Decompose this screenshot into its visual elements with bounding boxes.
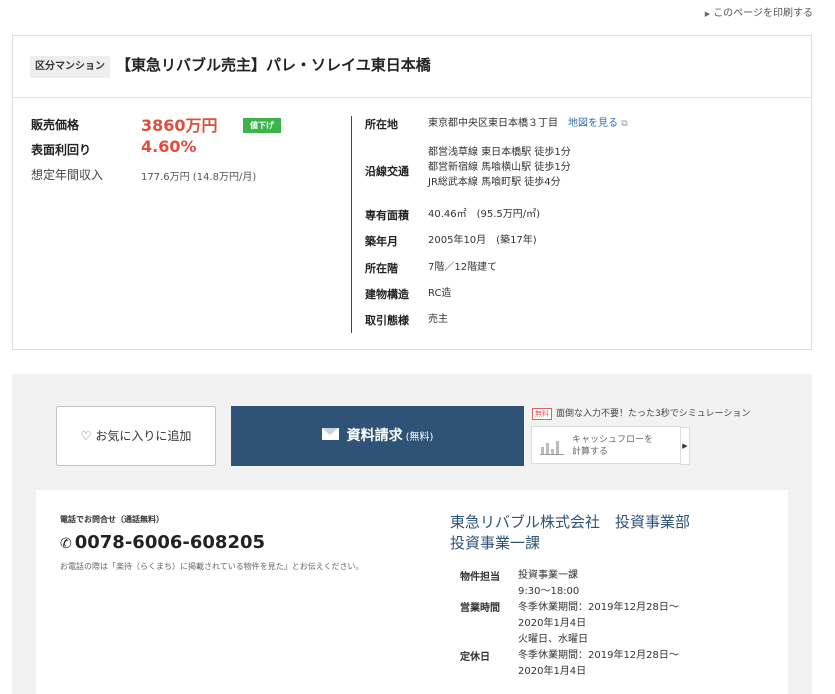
spec-label: 建物構造	[365, 288, 409, 301]
spec-value: 40.46㎡ (95.5万円/㎡)	[428, 209, 541, 220]
price-value: 3860万円	[141, 116, 218, 135]
map-link[interactable]: 地図を見る ⧉	[568, 118, 628, 129]
income-label: 想定年間収入	[31, 168, 104, 182]
phone-icon: ✆	[60, 536, 72, 552]
income-row: 想定年間収入 177.6万円 (14.8万円/月)	[31, 166, 351, 191]
spec-transport: 沿線交通 都営浅草線 東日本橋駅 徒歩1分 都営新宿線 馬喰横山駅 徒歩1分 J…	[365, 147, 805, 207]
tel-note: お電話の際は「楽待（らくまち）に掲載されている物件を見た」とお伝えください。	[60, 562, 364, 571]
spec-built: 築年月 2005年10月 (築17年)	[365, 233, 805, 260]
spec-value: 都営浅草線 東日本橋駅 徒歩1分 都営新宿線 馬喰横山駅 徒歩1分 JR総武本線…	[428, 145, 571, 190]
triangle-right-icon: ▶	[704, 10, 711, 18]
cashflow-label-line2: 計算する	[572, 447, 609, 457]
action-area: ♡ お気に入りに追加 資料請求 (無料) 無料 面倒な入力不要！たった3秒でシミュレー…	[12, 374, 812, 694]
external-link-icon: ⧉	[621, 119, 628, 129]
transport-line: 都営新宿線 馬喰横山駅 徒歩1分	[428, 162, 571, 173]
info-label: 定休日	[460, 652, 490, 663]
property-title: 【東急リバブル売主】パレ・ソレイユ東日本橋	[116, 56, 431, 74]
request-label: 資料請求	[346, 428, 403, 444]
spec-area: 専有面積 40.46㎡ (95.5万円/㎡)	[365, 207, 805, 233]
company-name-line1: 東急リバブル株式会社 投資事業部	[450, 513, 691, 531]
spec-label: 所在地	[365, 118, 398, 131]
tel-number-value: 0078-6006-608205	[74, 532, 266, 553]
spec-label: 築年月	[365, 235, 398, 248]
property-header: 区分マンション 【東急リバブル売主】パレ・ソレイユ東日本橋	[13, 36, 811, 98]
column-divider	[351, 116, 352, 333]
location-value: 東京都中央区東日本橋３丁目	[428, 118, 558, 129]
transport-line: 都営浅草線 東日本橋駅 徒歩1分	[428, 147, 571, 158]
mail-icon	[321, 428, 339, 440]
add-favorite-button[interactable]: ♡ お気に入りに追加	[56, 406, 216, 466]
property-card: 区分マンション 【東急リバブル売主】パレ・ソレイユ東日本橋 販売価格 3860万…	[12, 35, 812, 350]
favorite-label: お気に入りに追加	[95, 429, 192, 443]
spec-value: 東京都中央区東日本橋３丁目 地図を見る ⧉	[428, 116, 628, 132]
hours-line: 2020年1月4日	[518, 618, 587, 629]
spec-value: 売主	[428, 314, 448, 325]
info-value: 火曜日、水曜日 冬季休業期間：2019年12月28日～ 2020年1月4日	[518, 632, 718, 680]
spec-label: 沿線交通	[365, 165, 409, 178]
simulation-promo: 無料 面倒な入力不要！たった3秒でシミュレーション	[532, 406, 750, 420]
company-name-line2: 投資事業一課	[450, 534, 541, 552]
yield-label: 表面利回り	[31, 143, 92, 157]
spec-label: 取引態様	[365, 314, 409, 327]
info-label: 物件担当	[460, 572, 500, 583]
property-type-badge: 区分マンション	[30, 56, 110, 78]
holiday-line: 冬季休業期間：2019年12月28日～	[518, 650, 679, 661]
spec-value: RC造	[428, 288, 452, 299]
price-summary: 販売価格 3860万円 値下げ 表面利回り 4.60% 想定年間収入 177.6…	[31, 116, 351, 191]
spec-deal: 取引態様 売主	[365, 312, 805, 332]
map-link-label: 地図を見る	[568, 118, 618, 129]
holiday-line: 火曜日、水曜日	[518, 634, 588, 645]
cashflow-label-line1: キャッシュフローを	[572, 435, 654, 445]
print-page-link[interactable]: ▶ このページを印刷する	[705, 4, 813, 19]
income-value: 177.6万円 (14.8万円/月)	[141, 172, 257, 183]
hours-line: 冬季休業期間：2019年12月28日～	[518, 602, 679, 613]
yield-value: 4.60%	[141, 137, 197, 156]
cashflow-button[interactable]: キャッシュフローを 計算する ▶	[531, 426, 690, 465]
tel-number[interactable]: ✆ 0078-6006-608205	[60, 532, 265, 553]
transport-line: JR総武本線 馬喰町駅 徒歩4分	[428, 177, 561, 188]
cashflow-label: キャッシュフローを 計算する	[572, 434, 672, 458]
spec-value: 2005年10月 (築17年)	[428, 235, 537, 246]
request-documents-button[interactable]: 資料請求 (無料)	[231, 406, 524, 466]
free-tag: 無料	[532, 408, 552, 420]
contact-box: 電話でお問合せ（通話無料） ✆ 0078-6006-608205 お電話の際は「楽…	[36, 490, 788, 694]
heart-icon: ♡	[80, 429, 92, 443]
info-value: 9:30～18:00 冬季休業期間：2019年12月28日～ 2020年1月4日	[518, 584, 718, 632]
spec-label: 所在階	[365, 262, 398, 275]
print-link-label: このページを印刷する	[713, 8, 813, 19]
yield-row: 表面利回り 4.60%	[31, 137, 351, 166]
info-label: 営業時間	[460, 603, 500, 614]
request-free-label: (無料)	[405, 432, 434, 443]
spec-label: 専有面積	[365, 209, 409, 222]
spec-value: 7階／12階建て	[428, 262, 498, 273]
promo-text: 面倒な入力不要！たった3秒でシミュレーション	[556, 409, 751, 419]
spec-structure: 建物構造 RC造	[365, 286, 805, 312]
hours-line: 9:30～18:00	[518, 586, 580, 597]
company-name: 東急リバブル株式会社 投資事業部 投資事業一課	[450, 512, 760, 554]
property-specs: 所在地 東京都中央区東日本橋３丁目 地図を見る ⧉ 沿線交通 都営浅草線 東日本橋…	[365, 116, 805, 332]
triangle-right-icon: ▶	[680, 427, 690, 465]
holiday-line: 2020年1月4日	[518, 666, 587, 677]
price-label: 販売価格	[31, 118, 80, 132]
spec-floor: 所在階 7階／12階建て	[365, 260, 805, 286]
tel-caption: 電話でお問合せ（通話無料）	[60, 515, 164, 524]
price-reduced-badge: 値下げ	[243, 118, 281, 133]
info-value: 投資事業一課	[518, 570, 578, 581]
chart-icon	[540, 441, 564, 455]
